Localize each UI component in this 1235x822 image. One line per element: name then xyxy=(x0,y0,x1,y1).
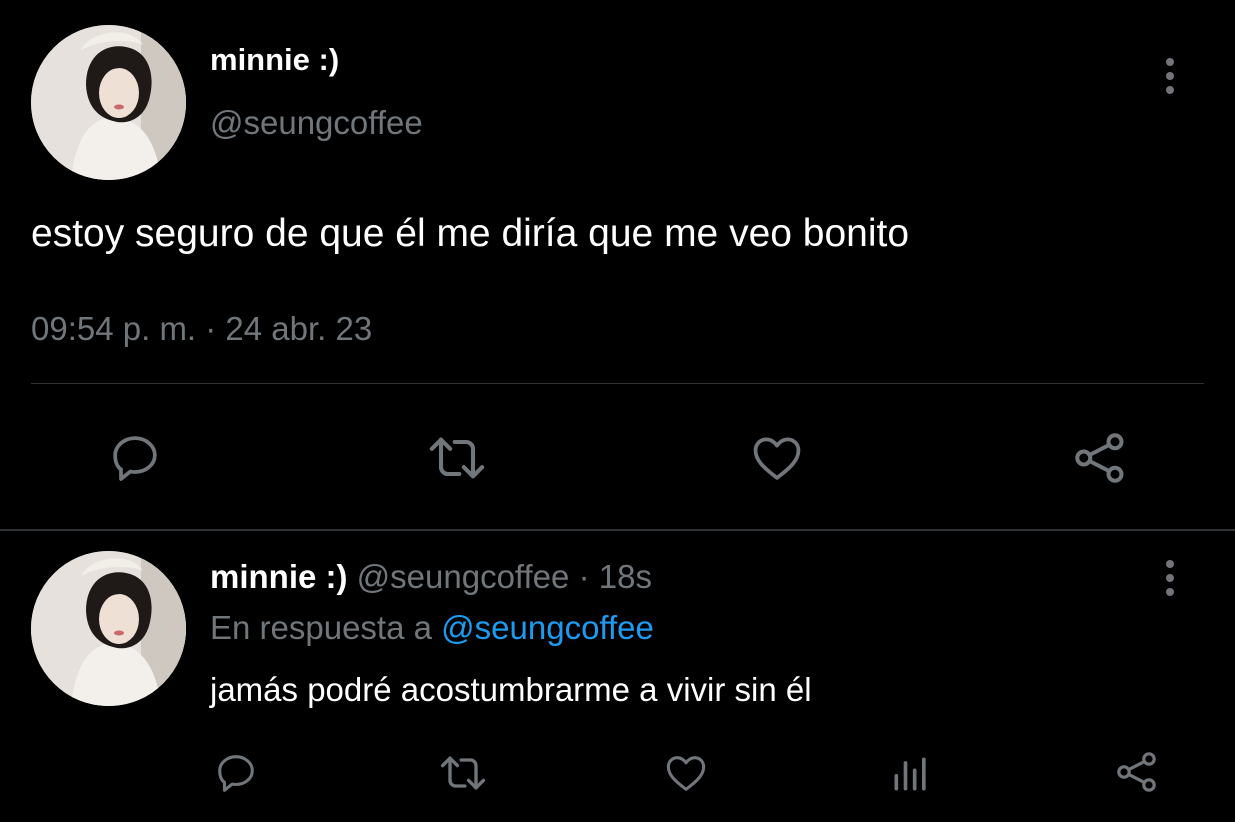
section-divider xyxy=(0,529,1235,531)
avatar[interactable] xyxy=(31,25,186,180)
display-name[interactable]: minnie :) xyxy=(210,42,339,78)
analytics-icon[interactable] xyxy=(889,752,933,796)
retweet-icon[interactable] xyxy=(425,430,489,486)
replying-to-link[interactable]: @seungcoffee xyxy=(441,609,654,646)
reply-header: minnie :) @seungcoffee · 18s xyxy=(210,558,652,596)
avatar[interactable] xyxy=(31,551,186,706)
reply-icon[interactable] xyxy=(213,750,259,796)
divider xyxy=(31,383,1204,384)
user-handle[interactable]: @seungcoffee xyxy=(210,104,423,142)
separator: · xyxy=(578,558,590,595)
tweet-text: estoy seguro de que él me diría que me v… xyxy=(31,212,910,255)
tweet-timestamp: 09:54 p. m. · 24 abr. 23 xyxy=(31,310,373,347)
tweet-text: jamás podré acostumbrarme a vivir sin él xyxy=(210,671,812,708)
like-icon[interactable] xyxy=(663,750,709,796)
retweet-icon[interactable] xyxy=(437,750,489,796)
reply-icon[interactable] xyxy=(107,430,163,486)
share-icon[interactable] xyxy=(1070,428,1130,488)
more-options-icon[interactable] xyxy=(1166,58,1174,94)
share-icon[interactable] xyxy=(1113,748,1161,796)
like-icon[interactable] xyxy=(748,430,806,486)
tweet-age: 18s xyxy=(598,558,652,595)
display-name[interactable]: minnie :) xyxy=(210,558,348,595)
replying-to: En respuesta a @seungcoffee xyxy=(210,609,654,647)
user-handle[interactable]: @seungcoffee xyxy=(357,558,570,595)
more-options-icon[interactable] xyxy=(1166,560,1174,596)
replying-to-label: En respuesta a xyxy=(210,609,432,646)
